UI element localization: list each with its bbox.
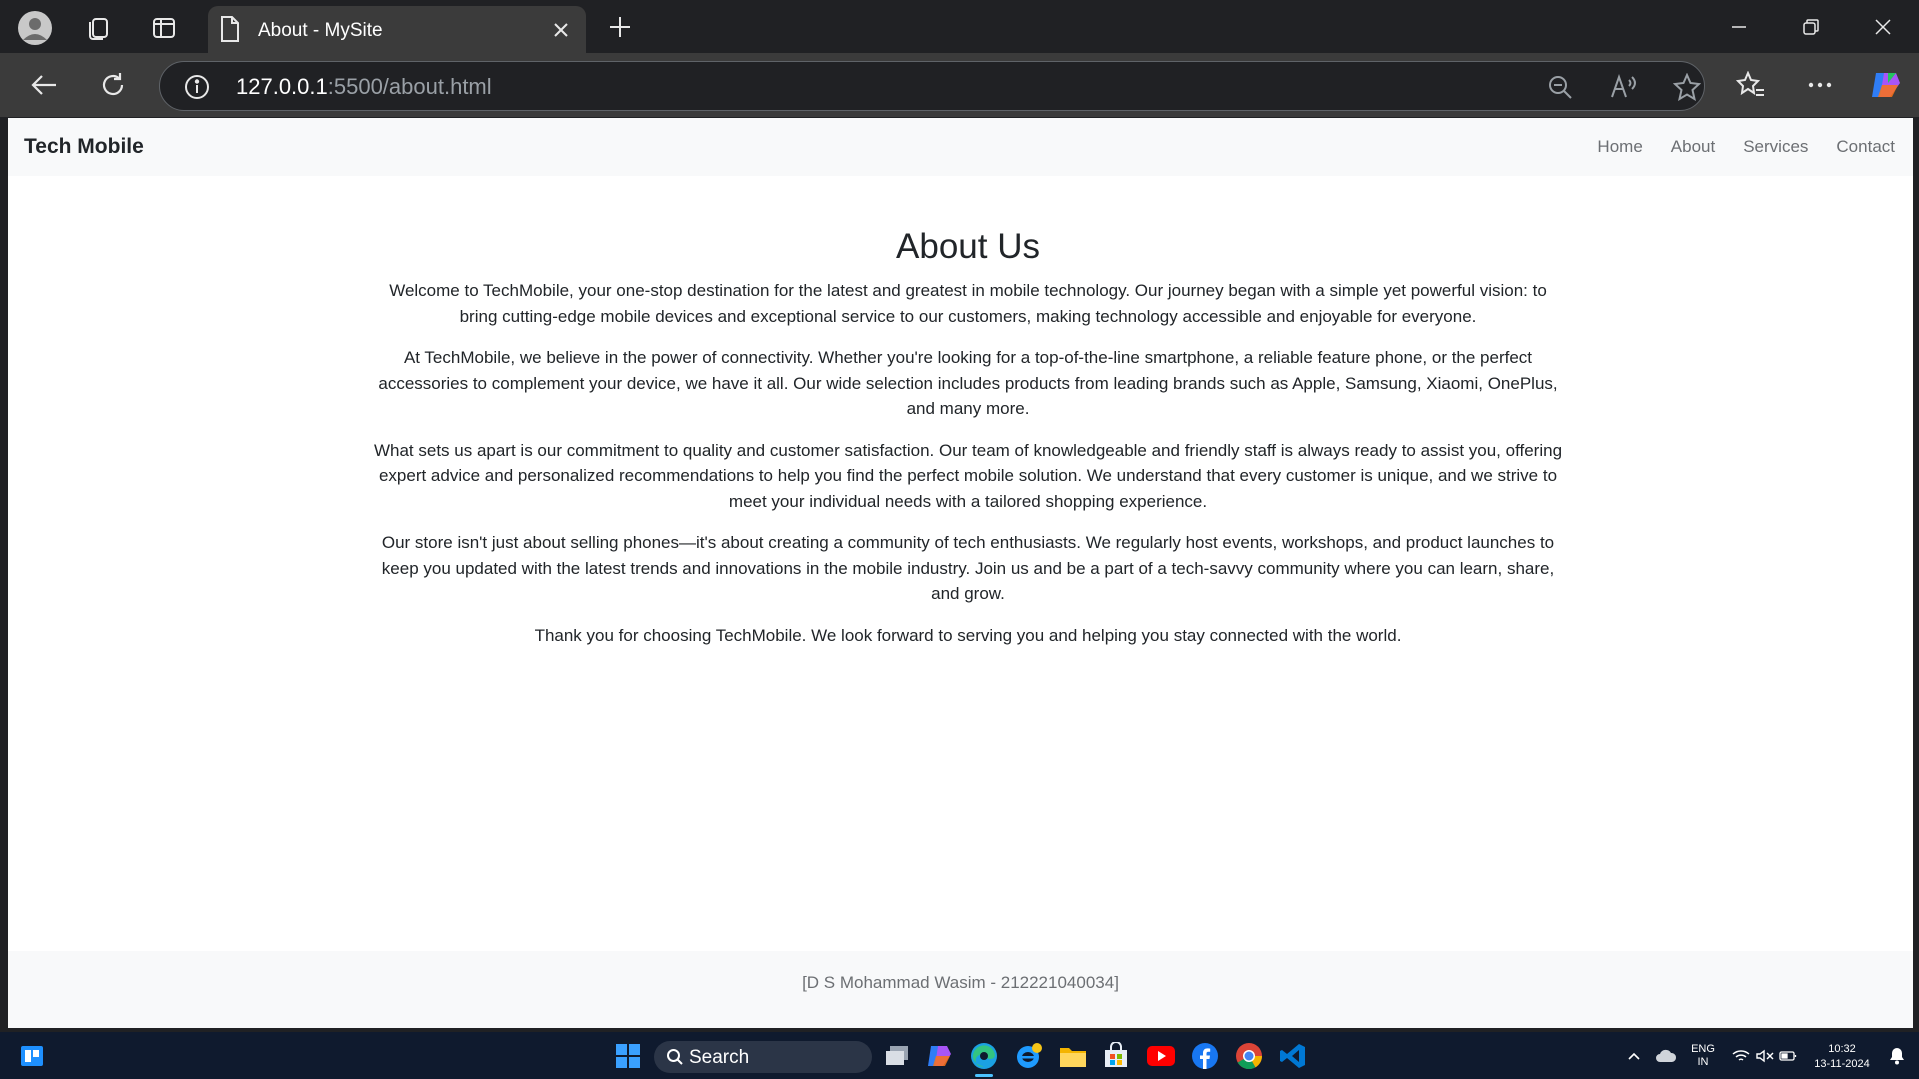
site-footer: [D S Mohammad Wasim - 212221040034] <box>8 951 1913 1028</box>
site-navbar: Tech Mobile Home About Services Contact <box>8 118 1913 176</box>
url-host: 127.0.0.1 <box>236 74 328 99</box>
profile-avatar-icon[interactable] <box>15 8 55 48</box>
search-icon <box>666 1048 684 1071</box>
taskbar-search[interactable]: Search <box>654 1041 872 1073</box>
close-window-icon[interactable] <box>1847 0 1919 53</box>
region-code: IN <box>1697 1056 1709 1068</box>
favorites-icon[interactable] <box>1731 65 1771 105</box>
battery-icon[interactable] <box>1771 1039 1805 1073</box>
microsoft-store-icon[interactable] <box>1099 1039 1133 1073</box>
favorite-star-icon[interactable] <box>1671 71 1703 103</box>
read-aloud-icon[interactable] <box>1608 71 1640 103</box>
workspaces-icon[interactable] <box>78 8 118 48</box>
footer-text: [D S Mohammad Wasim - 212221040034] <box>802 973 1119 992</box>
info-icon[interactable] <box>184 74 210 105</box>
page-viewport: Tech Mobile Home About Services Contact … <box>8 118 1913 1028</box>
paragraph-community: Our store isn't just about selling phone… <box>381 533 1555 603</box>
nav-link-contact[interactable]: Contact <box>1836 137 1895 157</box>
windows-taskbar: Search ENG IN 10:32 13-11-2024 <box>0 1032 1919 1079</box>
paragraph-welcome: Welcome to TechMobile, your one-stop des… <box>389 281 1547 326</box>
back-arrow-icon[interactable] <box>24 65 64 105</box>
url-path: :5500/about.html <box>327 74 492 99</box>
browser-titlebar: About - MySite <box>0 0 1919 53</box>
nav-link-home[interactable]: Home <box>1597 137 1642 157</box>
paragraph-connectivity: At TechMobile, we believe in the power o… <box>378 348 1558 418</box>
start-windows-icon[interactable] <box>611 1039 645 1073</box>
url-text[interactable]: 127.0.0.1:5500/about.html <box>236 74 492 100</box>
copilot-taskbar-icon[interactable] <box>923 1039 957 1073</box>
edge-browser-icon[interactable] <box>967 1039 1001 1073</box>
tab-title: About - MySite <box>258 20 383 41</box>
site-brand[interactable]: Tech Mobile <box>24 135 144 159</box>
nav-link-services[interactable]: Services <box>1743 137 1808 157</box>
language-code: ENG <box>1691 1043 1715 1055</box>
facebook-icon[interactable] <box>1188 1039 1222 1073</box>
nav-link-about[interactable]: About <box>1671 137 1715 157</box>
internet-explorer-icon[interactable] <box>1012 1039 1046 1073</box>
nav-links: Home About Services Contact <box>1597 137 1895 157</box>
widgets-icon[interactable] <box>15 1039 49 1073</box>
language-indicator[interactable]: ENG IN <box>1688 1043 1718 1069</box>
clock-date: 13-11-2024 <box>1814 1058 1870 1070</box>
page-icon <box>218 15 242 48</box>
clock[interactable]: 10:32 13-11-2024 <box>1810 1042 1874 1072</box>
more-options-icon[interactable] <box>1800 65 1840 105</box>
minimize-icon[interactable] <box>1703 0 1775 53</box>
clock-time: 10:32 <box>1828 1043 1856 1055</box>
restore-icon[interactable] <box>1775 0 1847 53</box>
new-tab-icon[interactable] <box>600 7 640 47</box>
address-bar[interactable]: 127.0.0.1:5500/about.html <box>159 61 1705 111</box>
about-content: About Us Welcome to TechMobile, your one… <box>368 226 1568 664</box>
zoom-out-icon[interactable] <box>1544 71 1576 103</box>
chrome-icon[interactable] <box>1232 1039 1266 1073</box>
browser-toolbar: 127.0.0.1:5500/about.html <box>0 53 1919 117</box>
page-heading: About Us <box>896 227 1040 266</box>
copilot-icon[interactable] <box>1866 65 1906 105</box>
paragraph-commitment: What sets us apart is our commitment to … <box>373 440 1563 511</box>
file-explorer-icon[interactable] <box>1056 1039 1090 1073</box>
tab-close-icon[interactable] <box>546 15 576 45</box>
youtube-icon[interactable] <box>1144 1039 1178 1073</box>
active-app-indicator <box>975 1074 993 1077</box>
tab-actions-icon[interactable] <box>144 8 184 48</box>
tab-about[interactable]: About - MySite <box>208 6 586 53</box>
task-view-icon[interactable] <box>880 1039 914 1073</box>
paragraph-thanks: Thank you for choosing TechMobile. We lo… <box>534 625 1402 645</box>
notification-bell-icon[interactable] <box>1880 1039 1914 1073</box>
search-label: Search <box>689 1047 750 1068</box>
vscode-icon[interactable] <box>1276 1039 1310 1073</box>
chevron-up-icon[interactable] <box>1617 1039 1651 1073</box>
onedrive-icon[interactable] <box>1649 1039 1683 1073</box>
refresh-icon[interactable] <box>93 65 133 105</box>
